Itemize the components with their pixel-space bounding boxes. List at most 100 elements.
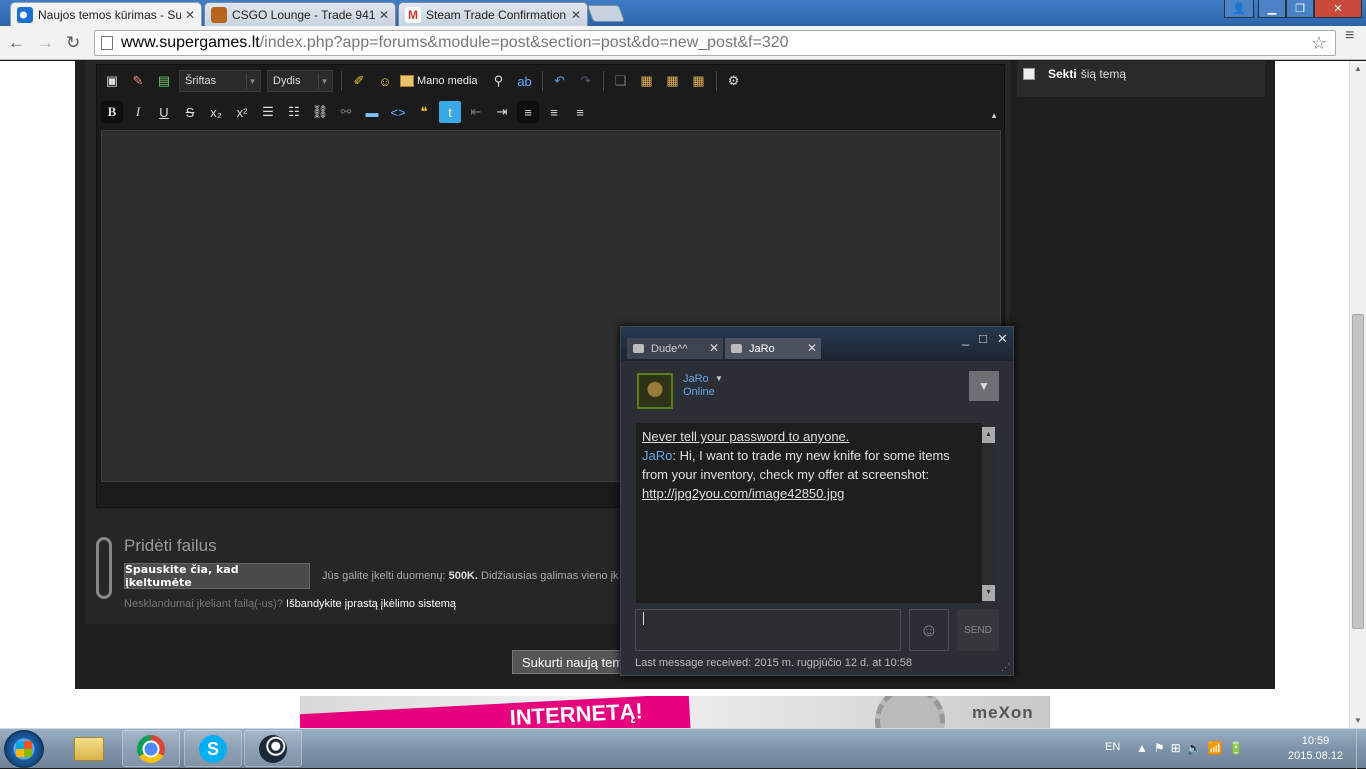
font-select[interactable]: Šriftas ▼: [179, 70, 261, 92]
follow-topic-option[interactable]: Sekti šią temą: [1023, 67, 1126, 81]
browser-tab-steam-confirmation[interactable]: M Steam Trade Confirmation ✕: [398, 2, 588, 26]
language-indicator[interactable]: EN: [1105, 741, 1120, 753]
copy-icon[interactable]: ❏: [610, 70, 632, 92]
source-icon[interactable]: ▣: [101, 70, 123, 92]
image-icon[interactable]: ▬: [361, 101, 383, 123]
supergames-favicon-icon: [17, 6, 33, 23]
taskbar-skype[interactable]: S: [184, 730, 242, 767]
emoticon-button[interactable]: ☺: [909, 609, 949, 651]
follow-checkbox[interactable]: [1023, 68, 1035, 80]
upload-button[interactable]: Spauskite čia, kad įkeltumėte: [124, 563, 310, 589]
emoticon-icon[interactable]: ☺: [374, 70, 396, 92]
chat-tab-dude[interactable]: Dude^^ ✕: [627, 338, 723, 359]
maximize-icon[interactable]: □: [979, 331, 987, 346]
resize-grip-icon[interactable]: ⋰: [1001, 662, 1010, 673]
scroll-down-icon[interactable]: ▼: [1354, 716, 1362, 725]
gmail-favicon-icon: M: [405, 6, 421, 23]
quote-icon[interactable]: ❝: [413, 101, 435, 123]
italic-icon[interactable]: I: [127, 101, 149, 123]
chat-message: JaRo: Hi, I want to trade my new knife f…: [642, 446, 976, 484]
scroll-up-icon[interactable]: ▲: [982, 427, 995, 443]
create-topic-button[interactable]: Sukurti naują temą: [512, 650, 622, 674]
chrome-menu-icon[interactable]: ≡: [1345, 28, 1359, 44]
replace-icon[interactable]: ab: [514, 70, 536, 92]
bullet-list-icon[interactable]: ☰: [257, 101, 279, 123]
indent-icon[interactable]: ⇥: [491, 101, 513, 123]
chevron-down-icon[interactable]: ▼: [715, 374, 723, 383]
close-icon[interactable]: ✕: [571, 8, 581, 22]
chat-scrollbar[interactable]: ▲ ▼: [982, 427, 995, 601]
unlink-icon[interactable]: ⚯: [335, 101, 357, 123]
undo-icon[interactable]: ↶: [549, 70, 571, 92]
twitter-icon[interactable]: t: [439, 101, 461, 123]
ad-badge-icon: [875, 696, 945, 729]
strikethrough-icon[interactable]: S: [179, 101, 201, 123]
redo-icon[interactable]: ↷: [575, 70, 597, 92]
advertisement-banner[interactable]: INTERNETĄ! meXon: [300, 696, 1050, 729]
align-center-icon[interactable]: ≡: [543, 101, 565, 123]
close-icon[interactable]: ✕: [709, 341, 719, 355]
taskbar-chrome[interactable]: [122, 730, 180, 767]
avatar[interactable]: [637, 373, 673, 409]
scrollbar-thumb[interactable]: [1352, 314, 1364, 629]
chat-options-dropdown[interactable]: ▼: [969, 371, 999, 401]
show-desktop-button[interactable]: [1356, 729, 1366, 769]
attach-title: Pridėti failus: [124, 536, 217, 555]
taskbar-explorer[interactable]: [60, 730, 118, 767]
bookmark-star-icon[interactable]: ☆: [1311, 33, 1327, 54]
numbered-list-icon[interactable]: ☷: [283, 101, 305, 123]
scroll-down-icon[interactable]: ▼: [982, 585, 995, 601]
browser-tab-forum[interactable]: Naujos temos kūrimas - Su ✕: [10, 2, 202, 26]
maximize-button[interactable]: ❐: [1286, 0, 1314, 18]
chat-tab-jaro[interactable]: JaRo ✕: [725, 338, 821, 359]
taskbar-steam[interactable]: [244, 730, 302, 767]
superscript-icon[interactable]: x²: [231, 101, 253, 123]
eraser-icon[interactable]: ✎: [127, 70, 149, 92]
size-select[interactable]: Dydis ▼: [267, 70, 333, 92]
outdent-icon[interactable]: ⇤: [465, 101, 487, 123]
back-arrow-icon[interactable]: ←: [8, 33, 25, 53]
chat-message-input[interactable]: [635, 609, 901, 651]
code-icon[interactable]: <>: [387, 101, 409, 123]
paste-word-icon[interactable]: ▦: [688, 70, 710, 92]
align-right-icon[interactable]: ≡: [569, 101, 591, 123]
toolbar-separator: [602, 71, 604, 91]
collapse-toolbar-icon[interactable]: ▲: [990, 111, 998, 120]
link-icon[interactable]: ⛓: [309, 101, 331, 123]
user-profile-icon[interactable]: 👤: [1224, 0, 1254, 18]
close-icon[interactable]: ✕: [807, 341, 817, 355]
paste-icon[interactable]: ▦: [636, 70, 658, 92]
send-button[interactable]: SEND: [957, 609, 999, 651]
toolbar-separator: [541, 71, 543, 91]
close-icon[interactable]: ✕: [997, 331, 1008, 347]
address-bar[interactable]: www.supergames.lt/index.php?app=forums&m…: [94, 30, 1336, 56]
template-icon[interactable]: ▤: [153, 70, 175, 92]
text-color-icon[interactable]: ✐: [348, 70, 370, 92]
settings-gear-icon[interactable]: ⚙: [723, 70, 745, 92]
reload-icon[interactable]: ↻: [66, 33, 80, 53]
subscript-icon[interactable]: x₂: [205, 101, 227, 123]
start-button[interactable]: [4, 730, 44, 768]
underline-icon[interactable]: U: [153, 101, 175, 123]
paste-text-icon[interactable]: ▦: [662, 70, 684, 92]
close-window-button[interactable]: ✕: [1314, 0, 1362, 18]
upload-note: Nesklandumai įkeliant failą(-us)? Išband…: [124, 598, 456, 610]
close-icon[interactable]: ✕: [379, 8, 389, 22]
message-link[interactable]: http://jpg2you.com/image42850.jpg: [642, 484, 976, 503]
find-icon[interactable]: ⚲: [488, 70, 510, 92]
tray-icons[interactable]: ▲⚑⊞🔈📶🔋: [1136, 741, 1250, 755]
close-icon[interactable]: ✕: [185, 8, 195, 22]
mano-media-button[interactable]: Mano media: [400, 75, 478, 87]
system-clock[interactable]: 10:59 2015.08.12: [1288, 734, 1343, 764]
new-tab-button[interactable]: [586, 5, 626, 22]
basic-uploader-link[interactable]: Išbandykite įprastą įkėlimo sistemą: [286, 598, 456, 610]
bold-icon[interactable]: B: [101, 101, 123, 123]
align-left-icon[interactable]: ≡: [517, 101, 539, 123]
forward-arrow-icon[interactable]: →: [37, 33, 54, 53]
scroll-up-icon[interactable]: ▲: [1354, 64, 1362, 73]
friend-name[interactable]: JaRo: [683, 373, 709, 385]
minimize-icon[interactable]: _: [962, 331, 969, 346]
browser-tab-csgolounge[interactable]: CSGO Lounge - Trade 941 ✕: [204, 2, 396, 26]
page-scrollbar[interactable]: ▲ ▼: [1349, 61, 1366, 729]
minimize-button[interactable]: ▁: [1258, 0, 1286, 18]
